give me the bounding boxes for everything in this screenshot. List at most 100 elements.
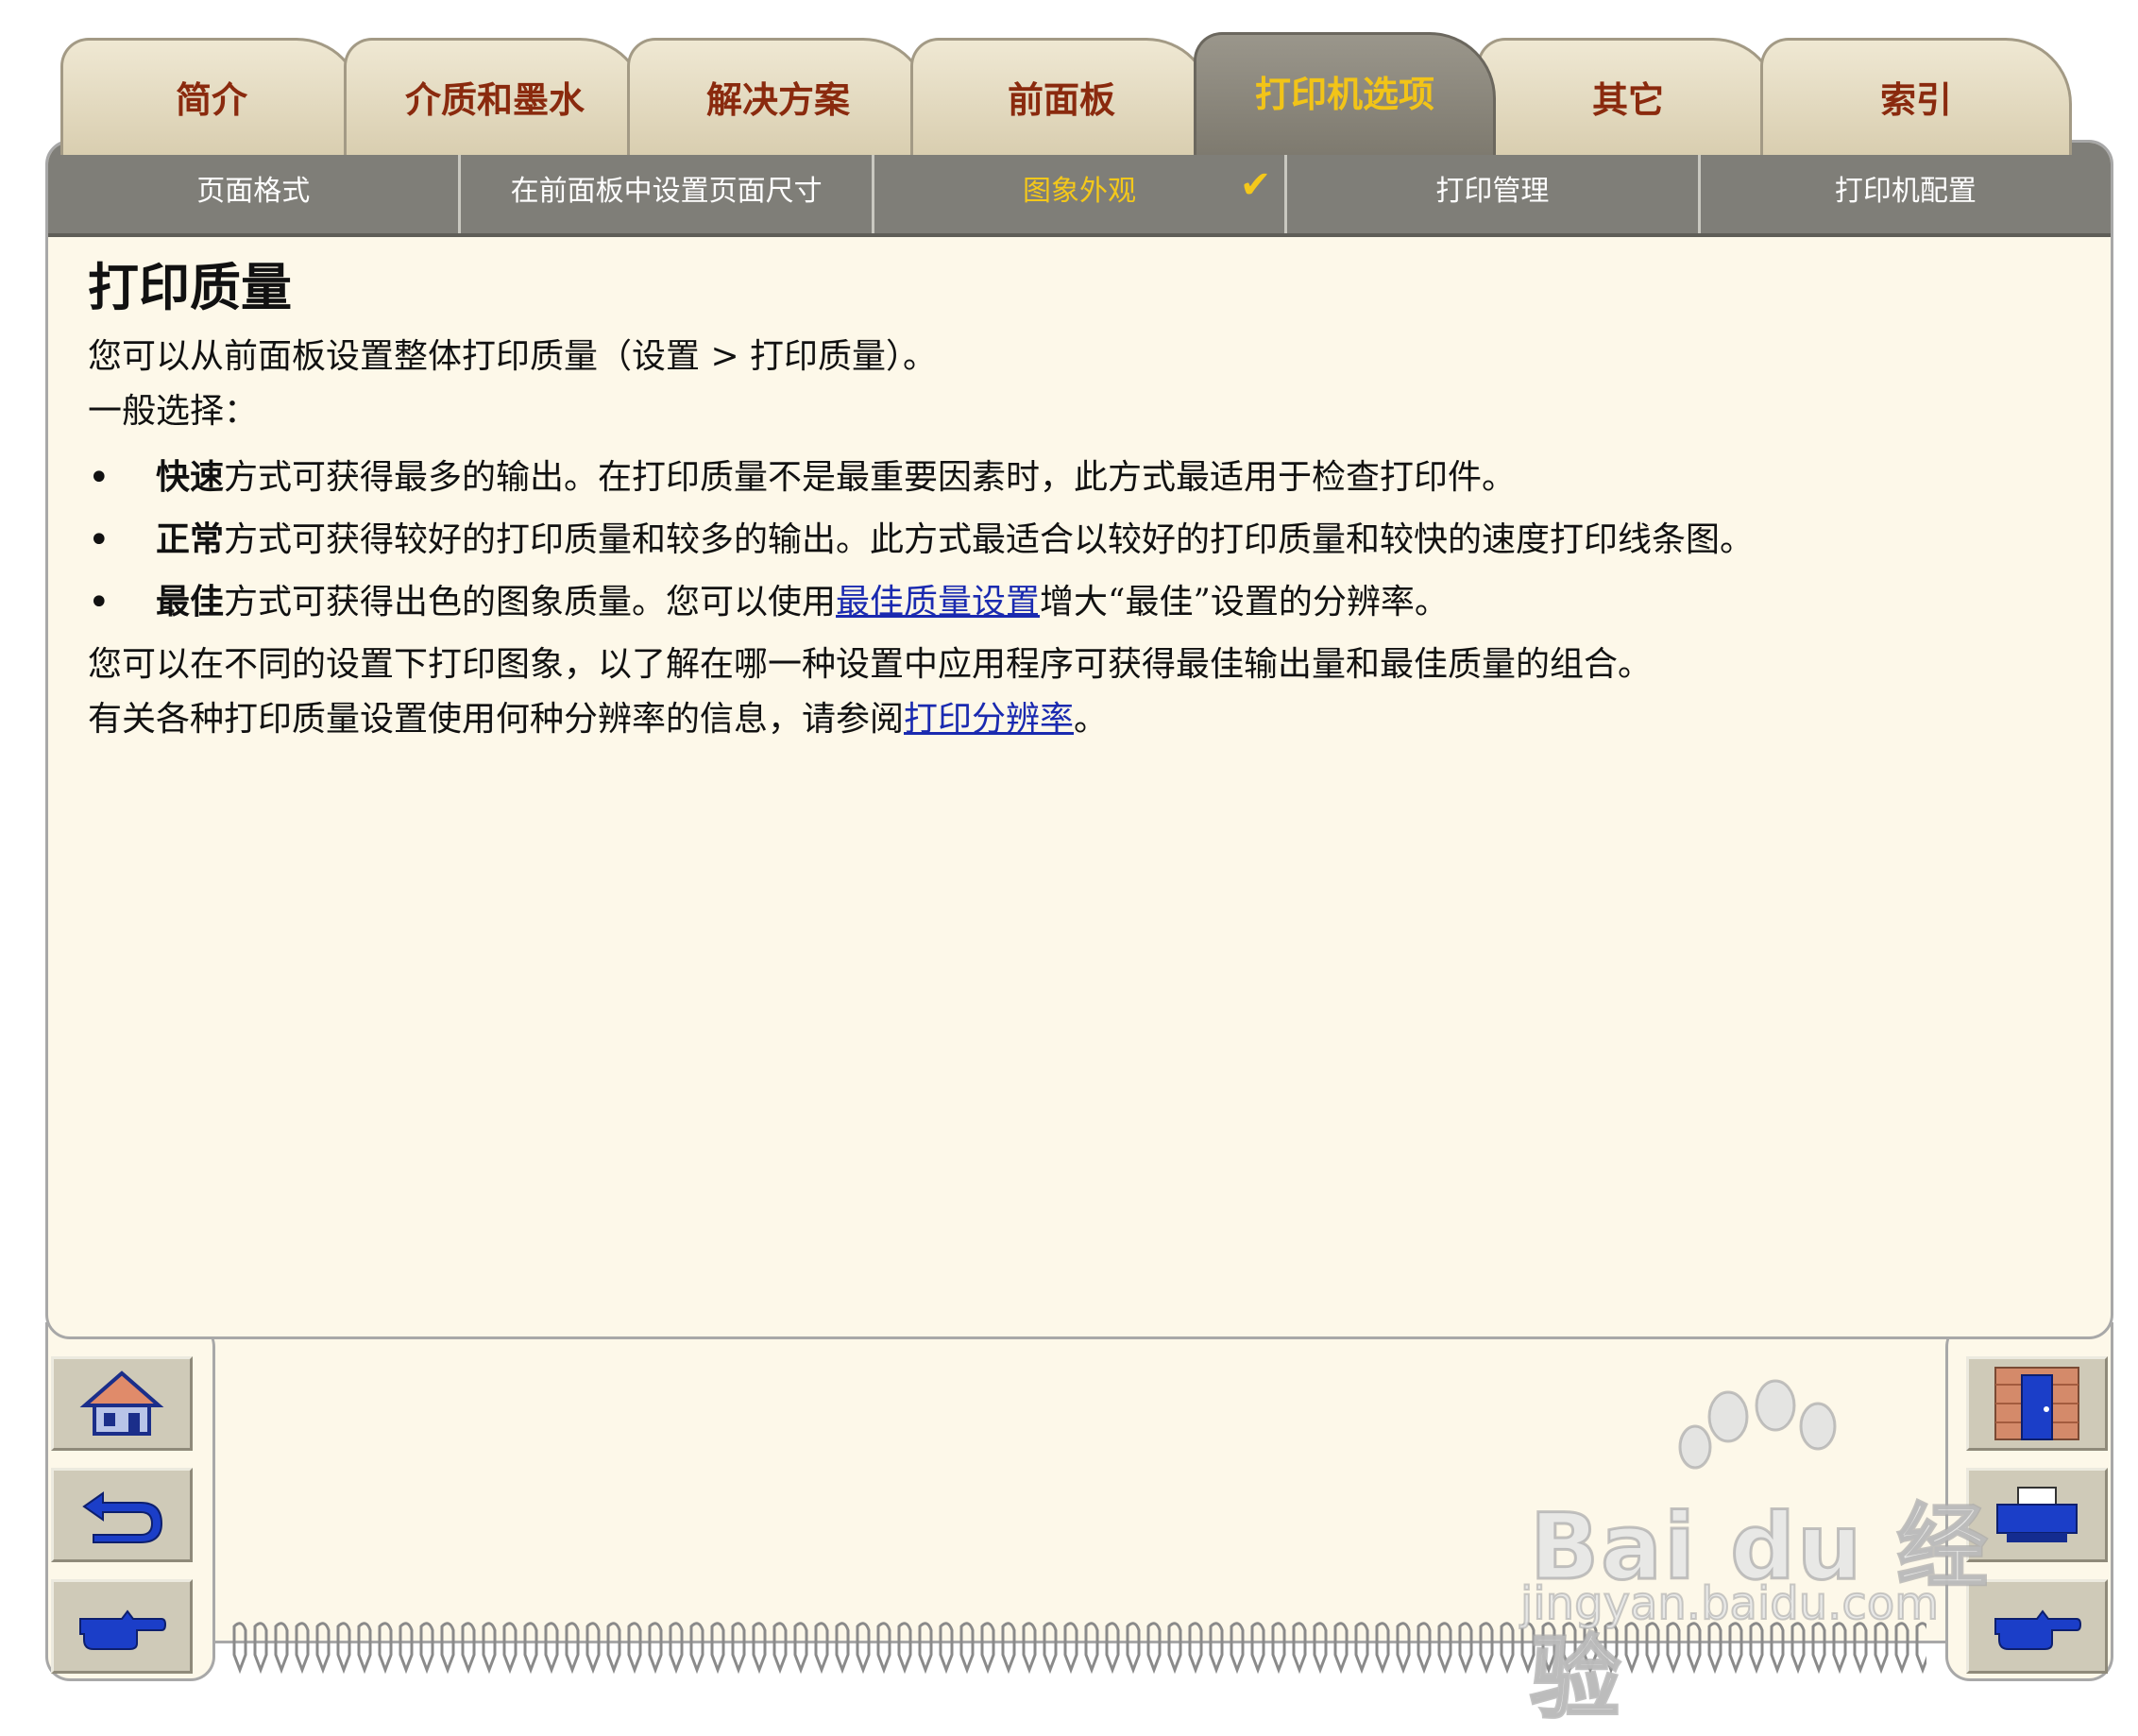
spiral-loop (1458, 1622, 1473, 1675)
intro-text: 您可以从前面板设置整体打印质量（设置 > 打印质量）。 (88, 337, 938, 376)
spiral-loop (1250, 1622, 1265, 1675)
spiral-loop (752, 1622, 767, 1675)
best-quality-settings-link[interactable]: 最佳质量设置 (836, 583, 1040, 621)
forward-icon (79, 1609, 167, 1650)
page-title: 打印质量 (88, 258, 292, 317)
sub-tab-bar: 页面格式 在前面板中设置页面尺寸 图象外观 ✔ 打印管理 打印机配置 (48, 143, 2111, 237)
spiral-loop (1043, 1622, 1058, 1675)
home-button[interactable] (51, 1356, 193, 1451)
spiral-loop (856, 1622, 871, 1675)
tab-solutions[interactable]: 解决方案 (627, 38, 929, 155)
reference-text: 有关各种打印质量设置使用何种分辨率的信息，请参阅 (88, 700, 905, 739)
spiral-loop (1333, 1622, 1349, 1675)
paragraph-tip: 您可以在不同的设置下打印图象，以了解在哪一种设置中应用程序可获得最佳输出量和最佳… (88, 645, 1653, 684)
spiral-loop (648, 1622, 663, 1675)
spiral-loop (399, 1622, 414, 1675)
printer-icon (1996, 1487, 2078, 1542)
bullet-text: 增大“最佳”设置的分辨率。 (1040, 583, 1449, 621)
spiral-loop (1562, 1622, 1577, 1675)
spiral-loop (1354, 1622, 1369, 1675)
tab-label: 索引 (1879, 79, 1952, 121)
spiral-loop (232, 1622, 247, 1675)
spiral-loop (959, 1622, 975, 1675)
reference-end: 。 (1074, 700, 1109, 739)
subtab-label: 打印管理 (1435, 175, 1550, 208)
keyword-fast: 快速 (156, 458, 225, 497)
spiral-loop (1687, 1622, 1702, 1675)
spiral-loop (295, 1622, 310, 1675)
spiral-loop (502, 1622, 518, 1675)
list-item: • 正常方式可获得较好的打印质量和较多的输出。此方式最适合以较好的打印质量和较快的… (88, 509, 2062, 571)
print-resolution-link[interactable]: 打印分辨率 (904, 700, 1074, 739)
tab-other[interactable]: 其它 (1477, 38, 1779, 155)
next-button[interactable] (51, 1579, 193, 1674)
tab-intro[interactable]: 简介 (60, 38, 363, 155)
spiral-loop (1500, 1622, 1515, 1675)
spiral-loop (1604, 1622, 1619, 1675)
spiral-loop (523, 1622, 538, 1675)
spiral-loop (669, 1622, 684, 1675)
next-page-button[interactable] (1966, 1579, 2108, 1674)
spiral-loop (793, 1622, 808, 1675)
subtab-label: 打印机配置 (1834, 175, 1977, 208)
bullet-text: 方式可获得较好的打印质量和较多的输出。此方式最适合以较好的打印质量和较快的速度打… (224, 520, 1755, 559)
tab-label: 介质和墨水 (404, 79, 585, 121)
spiral-loop (1105, 1622, 1120, 1675)
checkmark-icon: ✔ (1239, 163, 1272, 207)
back-button[interactable] (51, 1468, 193, 1562)
print-button[interactable] (1966, 1468, 2108, 1562)
subtab-print-management[interactable]: 打印管理 (1287, 143, 1701, 233)
subtab-image-appearance[interactable]: 图象外观 ✔ (874, 143, 1288, 233)
spiral-loop (627, 1622, 642, 1675)
spiral-loop (1396, 1622, 1411, 1675)
door-icon (1994, 1367, 2079, 1440)
spiral-loop (1583, 1622, 1598, 1675)
subtab-printer-config[interactable]: 打印机配置 (1701, 143, 2111, 233)
bullet-text: 方式可获得最多的输出。在打印质量不是最重要因素时，此方式最适用于检查打印件。 (224, 458, 1517, 497)
spiral-loop (461, 1622, 476, 1675)
spiral-loop (1749, 1622, 1764, 1675)
spiral-loop (606, 1622, 621, 1675)
spiral-loop (336, 1622, 351, 1675)
content-panel: 页面格式 在前面板中设置页面尺寸 图象外观 ✔ 打印管理 打印机配置 打印质量 … (45, 140, 2113, 1339)
spiral-loop (357, 1622, 372, 1675)
spiral-loop (876, 1622, 891, 1675)
spiral-loop (585, 1622, 601, 1675)
tab-index[interactable]: 索引 (1760, 38, 2072, 155)
spiral-loop (1063, 1622, 1078, 1675)
tab-label: 解决方案 (705, 79, 850, 121)
spiral-loop (1001, 1622, 1016, 1675)
spiral-loop (1188, 1622, 1203, 1675)
subtab-label: 页面格式 (196, 175, 311, 208)
back-icon (82, 1491, 163, 1543)
spiral-loop (253, 1622, 268, 1675)
tab-media-ink[interactable]: 介质和墨水 (344, 38, 646, 155)
options-list: • 快速方式可获得最多的输出。在打印质量不是最重要因素时，此方式最适用于检查打印件… (88, 447, 2062, 634)
tab-front-panel[interactable]: 前面板 (910, 38, 1213, 155)
exit-button[interactable] (1966, 1356, 2108, 1451)
spiral-loop (1832, 1622, 1847, 1675)
spiral-loop (1146, 1622, 1162, 1675)
subtab-page-size[interactable]: 在前面板中设置页面尺寸 (461, 143, 874, 233)
subtab-page-format[interactable]: 页面格式 (48, 143, 462, 233)
spiral-loop (1790, 1622, 1806, 1675)
general-label: 一般选择： (88, 392, 259, 431)
spiral-loop (814, 1622, 829, 1675)
spiral-loop (1541, 1622, 1556, 1675)
spiral-loop (315, 1622, 331, 1675)
spiral-loop (1770, 1622, 1785, 1675)
spiral-loop (1624, 1622, 1639, 1675)
spiral-loop (1292, 1622, 1307, 1675)
spiral-loop (1437, 1622, 1452, 1675)
spiral-loop (1874, 1622, 1889, 1675)
spiral-loop (772, 1622, 788, 1675)
spiral-loop (378, 1622, 393, 1675)
list-item: • 快速方式可获得最多的输出。在打印质量不是最重要因素时，此方式最适用于检查打印件… (88, 447, 2062, 509)
spiral-loop (482, 1622, 497, 1675)
subtab-label: 在前面板中设置页面尺寸 (510, 175, 823, 208)
tab-printer-options[interactable]: 打印机选项 (1194, 32, 1496, 155)
main-tab-bar: 简介 介质和墨水 解决方案 前面板 打印机选项 其它 索引 (60, 32, 2100, 155)
list-item: • 最佳方式可获得出色的图象质量。您可以使用最佳质量设置增大“最佳”设置的分辨率。 (88, 571, 2062, 634)
spiral-loop (440, 1622, 455, 1675)
keyword-normal: 正常 (156, 520, 225, 559)
